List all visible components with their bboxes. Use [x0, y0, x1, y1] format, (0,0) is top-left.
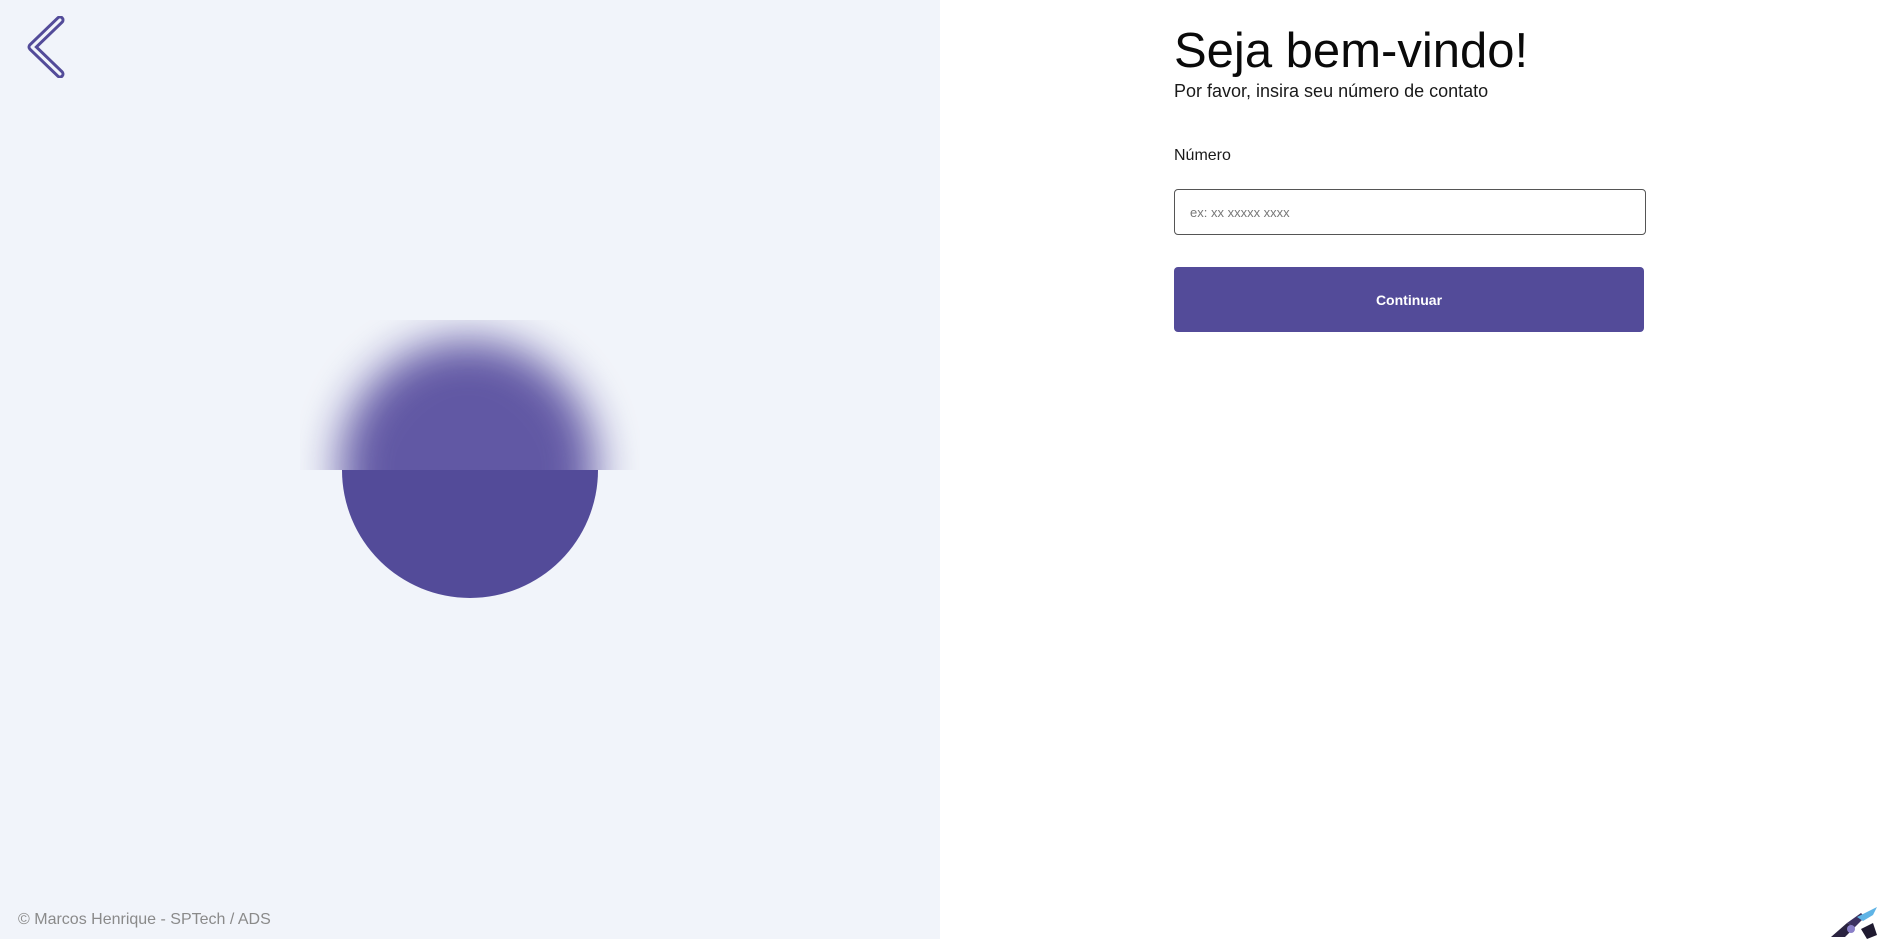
back-button[interactable]: [26, 16, 70, 78]
left-panel: © Marcos Henrique - SPTech / ADS: [0, 0, 940, 939]
right-panel: Seja bem-vindo! Por favor, insira seu nú…: [940, 0, 1879, 939]
footer-credit: © Marcos Henrique - SPTech / ADS: [18, 911, 271, 928]
page-title: Seja bem-vindo!: [1174, 24, 1529, 78]
page-subtitle: Por favor, insira seu número de contato: [1174, 81, 1489, 101]
orb-glow: [300, 320, 640, 470]
mascot-icon: [1827, 907, 1879, 939]
number-label: Número: [1174, 147, 1231, 164]
chevron-left-icon: [26, 16, 70, 78]
contact-form: Seja bem-vindo! Por favor, insira seu nú…: [1174, 22, 1649, 332]
continue-button[interactable]: Continuar: [1174, 267, 1644, 332]
orb-half-disc: [342, 470, 598, 598]
number-input[interactable]: [1174, 189, 1646, 235]
